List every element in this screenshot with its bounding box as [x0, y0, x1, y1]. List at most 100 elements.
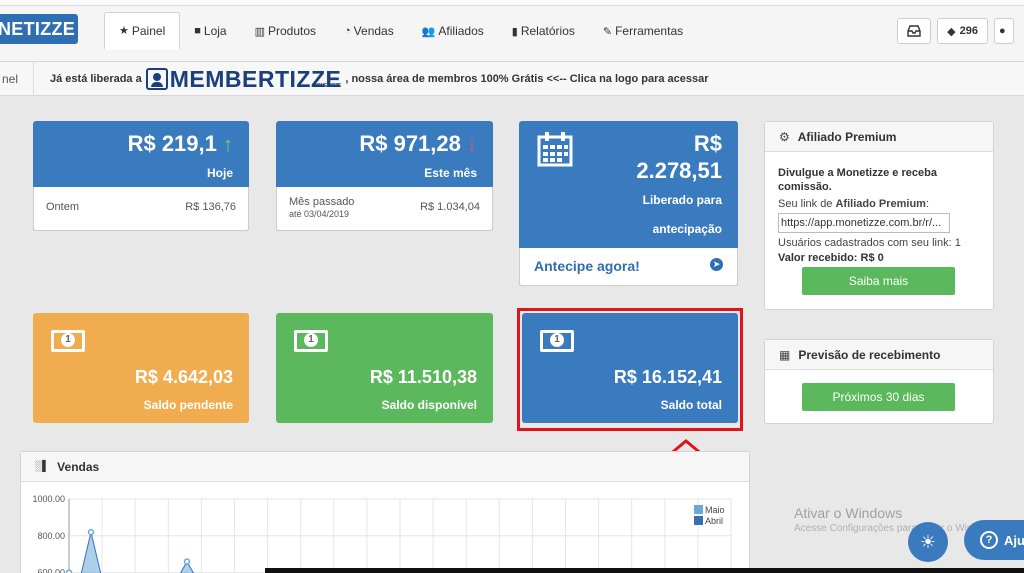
- nav-afiliados[interactable]: 👥 Afiliados: [408, 12, 498, 50]
- arrow-down-icon: ↓: [467, 134, 477, 156]
- antecipacao-label-2: antecipação: [652, 222, 722, 236]
- bag-icon: ■: [194, 25, 201, 37]
- previsao-panel: ▦ Previsão de recebimento Próximos 30 dia…: [764, 339, 994, 424]
- banner-prefix: Já está liberada a: [50, 73, 142, 85]
- antecipe-agora-link[interactable]: Antecipe agora! ➤: [519, 248, 738, 286]
- banner-suffix: , nossa área de membros 100% Grátis <<--…: [345, 73, 709, 85]
- top-right-actions: ◆ 296 ●: [897, 18, 1014, 44]
- calendar-icon: [537, 132, 573, 167]
- nav-label: Vendas: [353, 24, 394, 38]
- legend-label: Maio: [705, 505, 725, 515]
- nav-relatorios[interactable]: ▮ Relatórios: [498, 12, 589, 50]
- nav-label: Painel: [131, 23, 166, 38]
- mes-label: Este mês: [424, 166, 477, 180]
- users-icon: 👥: [421, 25, 436, 38]
- nav-loja[interactable]: ■ Loja: [180, 12, 240, 50]
- nav-label: Relatórios: [520, 24, 575, 38]
- tag-icon: ◆: [947, 25, 956, 38]
- nav-ferramentas[interactable]: ✎ Ferramentas: [589, 12, 697, 50]
- nav-label: Afiliados: [438, 24, 484, 38]
- banner-message: Já está liberada a MEMBERTIZZE MONETIZZE …: [50, 62, 709, 96]
- antecipacao-label-1: Liberado para: [642, 193, 722, 207]
- inbox-button[interactable]: [897, 18, 932, 44]
- brand-logo[interactable]: NETIZZE: [0, 14, 78, 44]
- vendas-chart-panel: ░▌ Vendas 1000.00 800.00 600.00 Maio Abril: [20, 451, 750, 573]
- coins-icon: ◔: [344, 25, 351, 37]
- gear-icon: ⚙: [779, 129, 790, 144]
- nav-vendas[interactable]: ◔ Vendas: [330, 12, 408, 50]
- nav-label: Produtos: [267, 24, 317, 38]
- panel-title: Previsão de recebimento: [798, 347, 941, 362]
- mes-passado-value: R$ 1.034,04: [420, 201, 480, 213]
- legend-swatch: [694, 516, 703, 525]
- chart-title: Vendas: [57, 459, 100, 474]
- y-tick-label: 1000.00: [32, 494, 65, 504]
- user-menu-button[interactable]: ●: [994, 18, 1014, 44]
- membertizze-logo[interactable]: MEMBERTIZZE MONETIZZE: [145, 67, 341, 91]
- nav-painel[interactable]: ★ Painel: [104, 12, 181, 50]
- vendas-chart: 1000.00 800.00 600.00 MaioAbril: [32, 494, 732, 573]
- nav-produtos[interactable]: ▥ Produtos: [241, 12, 330, 50]
- wrench-icon: ✎: [602, 25, 613, 38]
- premium-link-label: Seu link de Afiliado Premium:: [778, 198, 930, 210]
- saldo-pendente-value: R$ 4.642,03: [134, 367, 233, 387]
- afiliado-premium-panel: ⚙ Afiliado Premium Divulgue a Monetizze e…: [764, 121, 994, 310]
- arrow-up-icon: ↑: [223, 134, 233, 156]
- taskbar-strip: [265, 568, 1024, 573]
- membertizze-subtext: MONETIZZE: [312, 83, 342, 89]
- ontem-value: R$ 136,76: [185, 201, 236, 213]
- data-point: [87, 528, 95, 536]
- hoje-footer: Ontem R$ 136,76: [33, 187, 249, 231]
- premium-link-input[interactable]: https://app.monetizze.com.br/r/...: [778, 213, 950, 233]
- lightbulb-icon: ☀: [919, 532, 937, 552]
- proximos-30-dias-button[interactable]: Próximos 30 dias: [802, 383, 955, 411]
- mes-passado-label: Mês passado: [289, 196, 355, 208]
- arrow-circle-right-icon: ➤: [710, 258, 723, 271]
- top-navbar: NETIZZE ★ Painel ■ Loja ▥ Produtos ◔ Vendas …: [0, 0, 1024, 62]
- browser-strip: [0, 0, 1024, 6]
- main-nav: ★ Painel ■ Loja ▥ Produtos ◔ Vendas 👥 Afiliad…: [104, 12, 697, 50]
- barcode-icon: ▥: [254, 25, 265, 38]
- card-antecipacao: R$ 2.278,51 Liberado para antecipação An…: [519, 121, 738, 286]
- data-point: [183, 558, 191, 565]
- premium-desc: Divulgue a Monetizze e receba comissão.: [778, 167, 937, 193]
- tags-button[interactable]: ◆ 296: [937, 18, 988, 44]
- legend-label: Abril: [705, 516, 723, 526]
- saldo-disponivel-value: R$ 11.510,38: [369, 367, 477, 387]
- premium-users: Usuários cadastrados com seu link: 1: [778, 237, 961, 249]
- antecipe-agora-label: Antecipe agora!: [534, 258, 640, 274]
- saldo-disponivel-label: Saldo disponível: [381, 398, 477, 412]
- bar-chart-icon: ░▌: [35, 461, 50, 472]
- area-spike: [80, 532, 102, 573]
- panel-header: ░▌ Vendas: [21, 452, 749, 482]
- antecipacao-value: 2.278,51: [636, 158, 722, 183]
- y-tick-label: 800.00: [37, 531, 65, 541]
- y-tick-label: 600.00: [37, 568, 65, 573]
- hoje-label: Hoje: [206, 166, 233, 180]
- highlight-box: [517, 308, 743, 431]
- saldo-pendente-label: Saldo pendente: [143, 398, 233, 412]
- ontem-label: Ontem: [46, 201, 80, 213]
- nav-label: Loja: [203, 24, 227, 38]
- help-button[interactable]: ? Aju: [964, 520, 1024, 560]
- lightbulb-button[interactable]: ☀: [908, 522, 948, 562]
- panel-header: ▦ Previsão de recebimento: [765, 340, 993, 370]
- help-label: Aju: [1004, 532, 1024, 548]
- user-icon: ●: [999, 25, 1006, 37]
- watermark-line1: Ativar o Windows: [794, 505, 903, 521]
- panel-title: Afiliado Premium: [797, 129, 897, 144]
- inbox-icon: [907, 25, 921, 37]
- antecipacao-currency: R$: [693, 131, 722, 156]
- money-icon: [51, 330, 85, 352]
- card-este-mes: R$ 971,28 ↓ Este mês Mês passado até 03/…: [276, 121, 493, 231]
- card-hoje: R$ 219,1 ↑ Hoje Ontem R$ 136,76: [33, 121, 249, 231]
- hoje-value: R$ 219,1 ↑: [127, 131, 233, 156]
- mes-value: R$ 971,28 ↓: [359, 131, 477, 156]
- legend-swatch: [694, 505, 703, 514]
- card-saldo-pendente: R$ 4.642,03 Saldo pendente: [33, 313, 249, 423]
- saiba-mais-button[interactable]: Saiba mais: [802, 267, 955, 295]
- money-icon: [294, 330, 328, 352]
- bar-chart-icon: ▮: [511, 25, 518, 38]
- membertizze-banner: nel Já está liberada a MEMBERTIZZE MONETI…: [0, 62, 1024, 96]
- panel-header: ⚙ Afiliado Premium: [765, 122, 993, 152]
